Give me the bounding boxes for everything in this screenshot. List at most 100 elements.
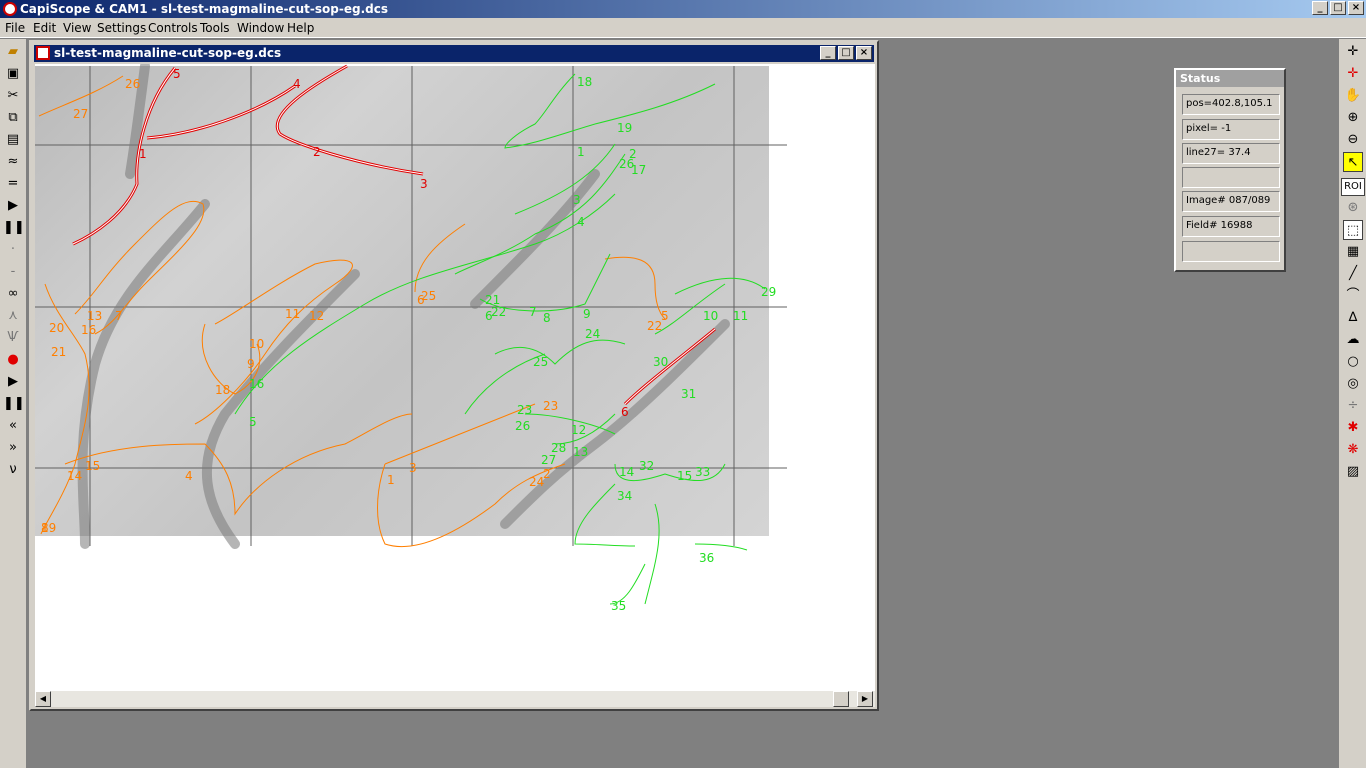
close-button[interactable]: × xyxy=(1348,1,1364,15)
orange-label: 9 xyxy=(247,357,255,371)
green-label: 26 xyxy=(515,419,530,433)
green-label: 24 xyxy=(585,327,600,341)
orange-label: 11 xyxy=(285,307,300,321)
filter-icon[interactable]: Ѱ xyxy=(3,328,23,348)
green-label: 32 xyxy=(639,459,654,473)
play-icon-2[interactable]: ▶ xyxy=(3,372,23,392)
fast-forward-icon[interactable]: » xyxy=(3,438,23,458)
doc-minimize-button[interactable]: _ xyxy=(820,46,836,60)
green-label: 19 xyxy=(617,121,632,135)
menu-view[interactable]: View xyxy=(63,21,91,35)
image-canvas[interactable]: 5 4 1 2 3 6 26 27 25 6 20 21 13 16 7 11 … xyxy=(35,64,875,691)
orange-label: 18 xyxy=(215,383,230,397)
grid-icon[interactable]: ▦ xyxy=(1343,242,1363,262)
scroll-thumb[interactable] xyxy=(833,691,849,707)
nu-icon[interactable]: ν xyxy=(3,460,23,480)
save-icon[interactable]: ▣ xyxy=(3,64,23,84)
red-traces xyxy=(72,64,716,406)
cluster-icon[interactable]: ❋ xyxy=(1343,440,1363,460)
orange-label: 14 xyxy=(67,469,82,483)
orange-label: 3 xyxy=(409,461,417,475)
divide-icon[interactable]: ÷ xyxy=(1343,396,1363,416)
play-icon[interactable]: ▶ xyxy=(3,196,23,216)
green-label: 12 xyxy=(571,423,586,437)
pause-icon-2[interactable]: ❚❚ xyxy=(3,394,25,414)
wave-icon[interactable]: ≈ xyxy=(3,152,23,172)
hand-icon[interactable]: ✋ xyxy=(1343,86,1363,106)
scroll-right-button[interactable]: ▶ xyxy=(857,691,873,707)
copy-icon[interactable]: ⧉ xyxy=(3,108,23,128)
menu-tools[interactable]: Tools xyxy=(200,21,230,35)
green-label: 18 xyxy=(577,75,592,89)
curve-icon[interactable]: ∆ xyxy=(1343,308,1363,328)
orange-label: 24 xyxy=(529,475,544,489)
menu-help[interactable]: Help xyxy=(287,21,314,35)
roi-button[interactable]: ROI xyxy=(1341,178,1365,196)
circle-icon[interactable]: ○ xyxy=(1343,352,1363,372)
red-crosshair-icon[interactable]: ✛ xyxy=(1343,64,1363,84)
app-title: CapiScope & CAM1 - sl-test-magmaline-cut… xyxy=(20,2,388,16)
green-label: 14 xyxy=(619,465,634,479)
menu-file[interactable]: File xyxy=(5,21,25,35)
orange-label: 22 xyxy=(647,319,662,333)
status-title: Status xyxy=(1176,70,1284,87)
orange-label: 6 xyxy=(417,293,425,307)
rewind-icon[interactable]: « xyxy=(3,416,23,436)
green-label: 15 xyxy=(677,469,692,483)
polyline-icon[interactable]: ⌒ xyxy=(1343,286,1363,306)
line-tool-icon[interactable]: ╱ xyxy=(1343,264,1363,284)
doc-maximize-button[interactable]: □ xyxy=(838,46,854,60)
select-icon[interactable]: ⬚ xyxy=(1343,220,1363,240)
horizontal-scrollbar[interactable]: ◀ ▶ xyxy=(35,690,875,707)
green-label: 25 xyxy=(533,355,548,369)
orange-label: 19 xyxy=(41,521,56,535)
record-icon[interactable]: ● xyxy=(3,350,23,370)
green-label: 22 xyxy=(491,305,506,319)
crosshair-icon[interactable]: ✛ xyxy=(1343,42,1363,62)
equals-icon[interactable]: = xyxy=(3,174,23,194)
scroll-left-button[interactable]: ◀ xyxy=(35,691,51,707)
document-title: sl-test-magmaline-cut-sop-eg.dcs xyxy=(54,46,282,60)
status-pos: pos=402.8,105.1 xyxy=(1182,94,1280,115)
pause-icon[interactable]: ❚❚ xyxy=(3,218,25,238)
glasses-icon[interactable]: ∞ xyxy=(3,284,23,304)
freehand-icon[interactable]: ☁ xyxy=(1343,330,1363,350)
green-label: 6 xyxy=(485,309,493,323)
orange-label: 2 xyxy=(543,467,551,481)
ellipse-icon[interactable]: ◎ xyxy=(1343,374,1363,394)
annotation-overlay[interactable]: 5 4 1 2 3 6 26 27 25 6 20 21 13 16 7 11 … xyxy=(35,64,875,691)
green-label: 8 xyxy=(543,311,551,325)
right-toolbar: ✛ ✛ ✋ ⊕ ⊖ ↖ ROI ⊛ ⬚ ▦ ╱ ⌒ ∆ ☁ ○ ◎ ÷ ✱ ❋ … xyxy=(1338,39,1366,768)
green-label: 11 xyxy=(733,309,748,323)
menu-window[interactable]: Window xyxy=(237,21,284,35)
menu-controls[interactable]: Controls xyxy=(148,21,198,35)
doc-close-button[interactable]: × xyxy=(856,46,872,60)
maximize-button[interactable]: □ xyxy=(1330,1,1346,15)
image-icon[interactable]: ▨ xyxy=(1343,462,1363,482)
paste-icon[interactable]: ▤ xyxy=(3,130,23,150)
red-trace-highlights xyxy=(72,65,716,405)
open-icon[interactable]: ▰ xyxy=(3,42,23,62)
orange-label: 21 xyxy=(51,345,66,359)
green-label: 9 xyxy=(583,307,591,321)
document-icon xyxy=(36,46,50,60)
dot-icon[interactable]: · xyxy=(3,240,23,260)
cut-icon[interactable]: ✂ xyxy=(3,86,23,106)
dash-icon[interactable]: - xyxy=(3,262,23,282)
menu-edit[interactable]: Edit xyxy=(33,21,56,35)
green-label: 30 xyxy=(653,355,668,369)
trace-labels: 5 4 1 2 3 6 26 27 25 6 20 21 13 16 7 11 … xyxy=(41,67,776,613)
menu-settings[interactable]: Settings xyxy=(97,21,146,35)
signal-icon[interactable]: ⋏ xyxy=(3,306,23,326)
status-empty-1 xyxy=(1182,167,1280,188)
zoom-in-icon[interactable]: ⊕ xyxy=(1343,108,1363,128)
green-label: 7 xyxy=(529,305,537,319)
pointer-icon[interactable]: ↖ xyxy=(1343,152,1363,172)
orange-label: 23 xyxy=(543,399,558,413)
orange-label: 15 xyxy=(85,459,100,473)
minimize-button[interactable]: _ xyxy=(1312,1,1328,15)
bug-icon[interactable]: ✱ xyxy=(1343,418,1363,438)
dial-icon[interactable]: ⊛ xyxy=(1343,198,1363,218)
zoom-out-icon[interactable]: ⊖ xyxy=(1343,130,1363,150)
orange-label: 20 xyxy=(49,321,64,335)
